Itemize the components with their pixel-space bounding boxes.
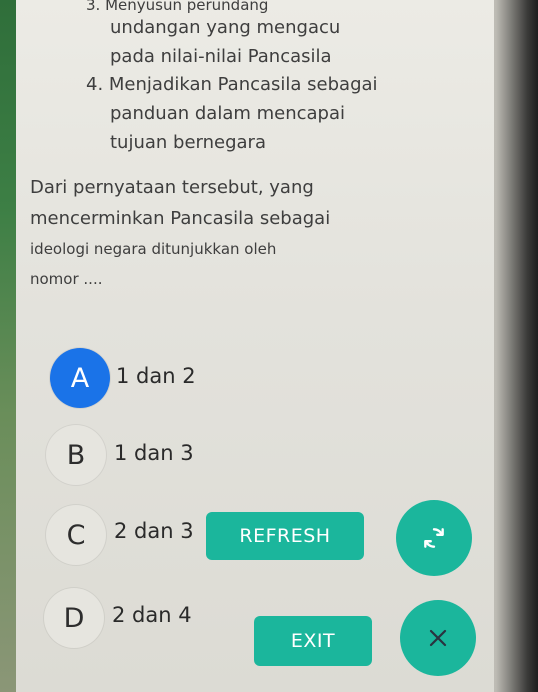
option-c-circle[interactable]: C [46, 505, 106, 565]
close-round-button[interactable] [400, 600, 476, 676]
option-d-circle[interactable]: D [44, 588, 104, 648]
question-line-7: Dari pernyataan tersebut, yang [30, 177, 314, 198]
question-line-3: pada nilai-nilai Pancasila [110, 46, 332, 67]
option-d-letter: D [63, 602, 85, 634]
question-line-6: tujuan bernegara [110, 132, 266, 153]
option-d-text[interactable]: 2 dan 4 [112, 603, 192, 627]
refresh-label: REFRESH [239, 525, 331, 547]
close-icon [429, 629, 447, 647]
option-b-letter: B [66, 439, 86, 471]
question-line-4: 4. Menjadikan Pancasila sebagai [86, 74, 378, 95]
refresh-icon [424, 528, 444, 548]
option-b-text[interactable]: 1 dan 3 [114, 441, 194, 465]
question-line-8: mencerminkan Pancasila sebagai [30, 208, 331, 229]
question-line-9: ideologi negara ditunjukkan oleh [30, 240, 277, 258]
question-line-2: undangan yang mengacu [110, 17, 341, 38]
option-b-circle[interactable]: B [46, 425, 106, 485]
option-a-text[interactable]: 1 dan 2 [116, 364, 196, 388]
question-line-10: nomor .... [30, 270, 103, 288]
option-a-circle[interactable]: A [50, 348, 110, 408]
refresh-round-button[interactable] [396, 500, 472, 576]
refresh-button[interactable]: REFRESH [206, 512, 364, 560]
question-line-1: 3. Menyusun perundang [86, 0, 269, 14]
option-c-text[interactable]: 2 dan 3 [114, 519, 194, 543]
option-a-letter: A [70, 362, 90, 394]
quiz-screen: 3. Menyusun perundang undangan yang meng… [16, 0, 494, 692]
background-left [0, 0, 16, 692]
option-c-letter: C [66, 519, 86, 551]
question-line-5: panduan dalam mencapai [110, 103, 346, 124]
exit-label: EXIT [290, 630, 336, 652]
exit-button[interactable]: EXIT [254, 616, 372, 666]
